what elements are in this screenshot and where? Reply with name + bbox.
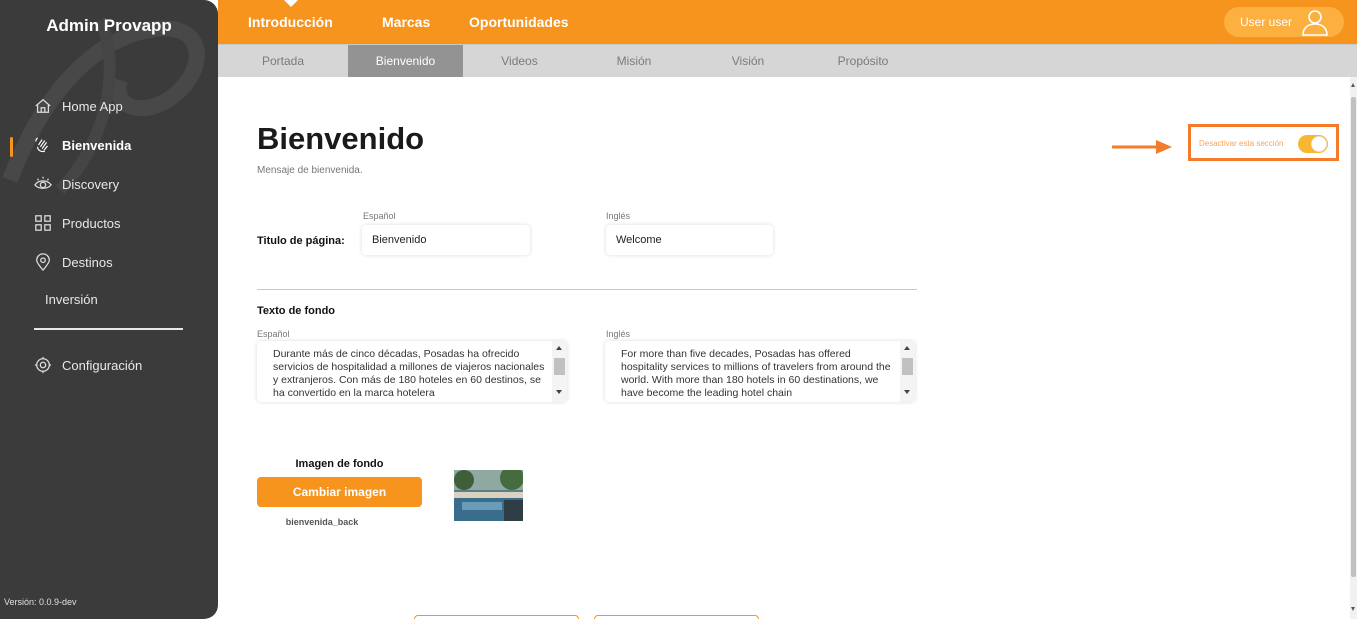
background-image-thumbnail xyxy=(454,470,523,521)
tab-oportunidades[interactable]: Oportunidades xyxy=(469,14,569,30)
imagen-fondo-label: Imagen de fondo xyxy=(295,458,384,470)
section-toggle-box: Desactivar esta sección xyxy=(1188,124,1339,161)
sidebar-item-label: Configuración xyxy=(62,357,143,373)
sidebar-item-home-app[interactable]: Home App xyxy=(34,97,123,115)
sidebar-item-label: Destinos xyxy=(62,254,113,270)
sidebar-item-productos[interactable]: Productos xyxy=(34,214,121,232)
textarea-scrollbar[interactable] xyxy=(900,341,915,402)
tab-introduccion[interactable]: Introducción xyxy=(248,14,333,30)
subtab-videos[interactable]: Videos xyxy=(463,45,576,77)
subtab-portada[interactable]: Portada xyxy=(218,45,348,77)
sidebar-item-discovery[interactable]: Discovery xyxy=(34,175,119,193)
texto-es-textarea[interactable]: Durante más de cinco décadas, Posadas ha… xyxy=(257,341,567,402)
subtab-bienvenido[interactable]: Bienvenido xyxy=(348,45,463,77)
toggle-knob xyxy=(1311,136,1327,152)
grid-icon xyxy=(35,215,51,231)
location-pin-icon xyxy=(36,253,50,271)
arrow-right-icon xyxy=(1112,140,1172,154)
scroll-down-icon[interactable] xyxy=(1351,607,1355,611)
app-brand: Admin Provapp xyxy=(46,16,172,35)
scroll-up-icon[interactable] xyxy=(556,346,562,350)
texto-en-textarea[interactable]: For more than five decades, Posadas has … xyxy=(605,341,915,402)
cancel-button[interactable] xyxy=(414,615,579,619)
sidebar-item-inversion[interactable]: Inversión xyxy=(45,292,98,307)
scroll-thumb[interactable] xyxy=(554,358,565,375)
sidebar-divider xyxy=(34,328,183,330)
textarea-scrollbar[interactable] xyxy=(552,341,567,402)
image-file-name: bienvenida_back xyxy=(285,517,359,527)
user-name: User user xyxy=(1240,15,1293,29)
page-scroll-thumb[interactable] xyxy=(1351,97,1356,577)
user-avatar-icon xyxy=(1302,10,1328,36)
scroll-down-icon[interactable] xyxy=(556,390,562,394)
spanish-label: Español xyxy=(257,329,290,339)
spanish-label: Español xyxy=(363,211,396,221)
active-tab-caret xyxy=(284,0,298,7)
gear-icon xyxy=(34,356,52,374)
sidebar-item-label: Productos xyxy=(62,215,121,231)
sidebar-item-label: Discovery xyxy=(62,176,120,192)
top-navbar: Introducción Marcas Oportunidades User u… xyxy=(218,0,1357,44)
texto-fondo-label: Texto de fondo xyxy=(257,305,336,317)
section-subtabs: Portada Bienvenido Videos Misión Visión … xyxy=(218,44,1357,77)
subtab-vision[interactable]: Visión xyxy=(692,45,804,77)
active-indicator xyxy=(10,137,13,157)
scroll-down-icon[interactable] xyxy=(904,390,910,394)
subtab-mision[interactable]: Misión xyxy=(576,45,692,77)
titulo-label: Titulo de página: xyxy=(257,235,345,247)
sidebar-item-label: Bienvenida xyxy=(62,137,132,153)
sidebar-item-label: Inversión xyxy=(45,292,98,307)
page-subtitle: Mensaje de bienvenida. xyxy=(257,165,363,176)
sidebar-item-bienvenida[interactable]: Bienvenida xyxy=(34,136,131,154)
home-icon xyxy=(35,98,51,113)
page-title: Bienvenido xyxy=(257,121,425,156)
scroll-thumb[interactable] xyxy=(902,358,913,375)
texto-es-value: Durante más de cinco décadas, Posadas ha… xyxy=(273,348,545,399)
english-label: Inglés xyxy=(606,211,631,221)
scroll-up-icon[interactable] xyxy=(904,346,910,350)
section-toggle-switch[interactable] xyxy=(1298,135,1328,153)
subtab-proposito[interactable]: Propósito xyxy=(804,45,922,77)
version-label: Versión: 0.0.9-dev xyxy=(4,597,77,607)
sidebar-item-label: Home App xyxy=(62,98,123,114)
form-divider xyxy=(257,289,917,290)
change-image-button[interactable]: Cambiar imagen xyxy=(257,477,422,507)
page-scrollbar[interactable] xyxy=(1350,77,1357,619)
eye-icon xyxy=(34,176,52,189)
app-root: Admin Provapp Home App Bienvenida Discov… xyxy=(0,0,1357,619)
scroll-up-icon[interactable] xyxy=(1351,83,1355,87)
sidebar-item-configuracion[interactable]: Configuración xyxy=(34,356,142,374)
toggle-label: Desactivar esta sección xyxy=(1199,139,1284,148)
titulo-en-input[interactable]: Welcome xyxy=(606,225,773,255)
sidebar-item-destinos[interactable]: Destinos xyxy=(34,253,113,271)
user-menu-button[interactable]: User user xyxy=(1224,7,1344,37)
save-button[interactable] xyxy=(594,615,759,619)
sidebar: Admin Provapp Home App Bienvenida Discov… xyxy=(0,0,218,619)
english-label: Inglés xyxy=(606,329,631,339)
wave-hand-icon xyxy=(35,137,48,153)
texto-en-value: For more than five decades, Posadas has … xyxy=(621,348,891,399)
tab-marcas[interactable]: Marcas xyxy=(382,14,430,30)
titulo-es-input[interactable]: Bienvenido xyxy=(362,225,530,255)
